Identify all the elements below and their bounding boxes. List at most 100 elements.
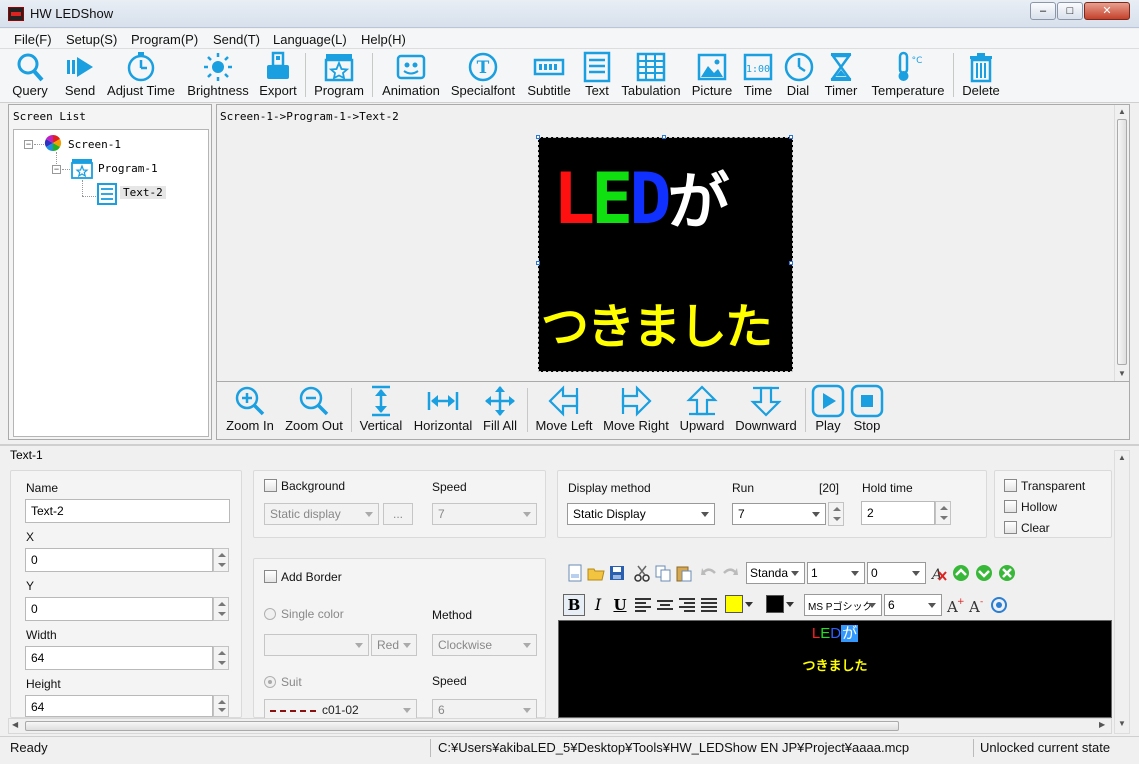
adjust-time-button[interactable]: Adjust Time [104, 51, 178, 101]
background-select[interactable]: Static display [264, 503, 379, 525]
move-up-circle-icon[interactable] [952, 564, 970, 582]
menu-program[interactable]: Program(P) [131, 32, 198, 47]
tree-item-program-1[interactable]: Program-1 [98, 162, 158, 175]
minimize-button[interactable]: – [1030, 2, 1056, 20]
move-down-circle-icon[interactable] [975, 564, 993, 582]
suit-radio[interactable] [264, 676, 276, 688]
query-button[interactable]: Query [10, 51, 50, 101]
text-color-dropdown-icon[interactable] [745, 602, 753, 607]
display-method-select[interactable]: Static Display [567, 503, 715, 525]
run-select[interactable]: 7 [732, 503, 826, 525]
preview-circle-icon[interactable] [990, 596, 1008, 614]
close-button[interactable]: ✕ [1084, 2, 1130, 20]
cut-icon[interactable] [633, 564, 651, 582]
scroll-up-icon[interactable]: ▲ [1118, 453, 1126, 462]
move-right-button[interactable]: Move Right [601, 384, 671, 438]
x-stepper[interactable] [213, 548, 229, 572]
maximize-button[interactable]: □ [1057, 2, 1083, 20]
tree-expander[interactable]: − [52, 165, 61, 174]
time-button[interactable]: 1:00 Time [740, 51, 776, 101]
save-icon[interactable] [608, 564, 626, 582]
horizontal-button[interactable]: Horizontal [411, 384, 475, 438]
hollow-checkbox[interactable] [1004, 500, 1017, 513]
transparent-checkbox[interactable] [1004, 479, 1017, 492]
scroll-down-icon[interactable]: ▼ [1118, 369, 1127, 378]
font-size-select[interactable]: 6 [884, 594, 942, 616]
timer-button[interactable]: Timer [820, 51, 862, 101]
copy-icon[interactable] [654, 564, 672, 582]
y-input[interactable]: 0 [25, 597, 213, 621]
x-input[interactable]: 0 [25, 548, 213, 572]
width-stepper[interactable] [213, 646, 229, 670]
bold-button[interactable]: B [563, 594, 585, 616]
menu-setup[interactable]: Setup(S) [66, 32, 117, 47]
horizontal-scrollbar[interactable]: ◀ ▶ [8, 718, 1112, 734]
font-name-select[interactable]: MS Pゴシック [804, 594, 882, 616]
add-border-checkbox[interactable] [264, 570, 277, 583]
font-shrink-icon[interactable]: A- [968, 596, 986, 614]
background-color-dropdown-icon[interactable] [786, 602, 794, 607]
play-button[interactable]: Play [811, 384, 845, 438]
font-style-select[interactable]: Standa [746, 562, 805, 584]
tree-expander[interactable]: − [24, 140, 33, 149]
led-screen-preview[interactable]: LEDが つきました [538, 137, 793, 372]
align-justify-icon[interactable] [700, 596, 718, 614]
temperature-button[interactable]: °C Temperature [868, 51, 948, 101]
background-checkbox[interactable] [264, 479, 277, 492]
animation-button[interactable]: Animation [379, 51, 443, 101]
resize-handle[interactable] [789, 135, 793, 139]
paste-icon[interactable] [675, 564, 693, 582]
align-right-icon[interactable] [678, 596, 696, 614]
vertical-button[interactable]: Vertical [357, 384, 405, 438]
background-browse-button[interactable]: ... [383, 503, 413, 525]
hold-time-stepper[interactable] [935, 501, 951, 525]
underline-button[interactable]: U [610, 594, 630, 616]
hold-time-input[interactable]: 2 [861, 501, 935, 525]
scroll-thumb[interactable] [25, 721, 899, 731]
menu-send[interactable]: Send(T) [213, 32, 260, 47]
upward-button[interactable]: Upward [677, 384, 727, 438]
redo-icon[interactable] [721, 564, 739, 582]
fill-all-button[interactable]: Fill All [479, 384, 521, 438]
dial-button[interactable]: Dial [782, 51, 814, 101]
zoom-in-button[interactable]: Zoom In [221, 384, 279, 438]
menu-help[interactable]: Help(H) [361, 32, 406, 47]
resize-handle[interactable] [536, 261, 540, 265]
name-input[interactable]: Text-2 [25, 499, 230, 523]
background-color-swatch[interactable] [766, 595, 784, 613]
properties-scrollbar[interactable]: ▲ ▼ [1114, 450, 1130, 734]
background-speed-select[interactable]: 7 [432, 503, 537, 525]
single-color-radio[interactable] [264, 608, 276, 620]
brightness-button[interactable]: Brightness [186, 51, 250, 101]
tree-item-text-2[interactable]: Text-2 [120, 186, 166, 199]
preview-scrollbar[interactable]: ▲ ▼ [1114, 105, 1129, 381]
subtitle-button[interactable]: Subtitle [524, 51, 574, 101]
stop-button[interactable]: Stop [849, 384, 885, 438]
char-spacing-select[interactable]: 0 [867, 562, 926, 584]
scroll-down-icon[interactable]: ▼ [1118, 719, 1126, 728]
move-left-button[interactable]: Move Left [533, 384, 595, 438]
delete-button[interactable]: Delete [960, 51, 1002, 101]
menu-file[interactable]: File(F) [14, 32, 52, 47]
run-stepper[interactable] [828, 502, 844, 526]
align-center-icon[interactable] [656, 596, 674, 614]
new-file-icon[interactable] [566, 564, 584, 582]
program-button[interactable]: Program [312, 51, 366, 101]
zoom-out-button[interactable]: Zoom Out [283, 384, 345, 438]
text-editor[interactable]: LEDが つきました [558, 620, 1112, 718]
picture-button[interactable]: Picture [690, 51, 734, 101]
width-input[interactable]: 64 [25, 646, 213, 670]
font-grow-icon[interactable]: A + [946, 596, 964, 614]
border-color-select[interactable]: Red [371, 634, 417, 656]
line-spacing-select[interactable]: 1 [807, 562, 865, 584]
undo-icon[interactable] [700, 564, 718, 582]
single-color-select[interactable] [264, 634, 369, 656]
height-input[interactable]: 64 [25, 695, 213, 717]
clear-format-icon[interactable]: A [930, 564, 948, 582]
text-button[interactable]: Text [580, 51, 614, 101]
height-stepper[interactable] [213, 695, 229, 717]
align-left-icon[interactable] [634, 596, 652, 614]
resize-handle[interactable] [789, 261, 793, 265]
text-color-swatch[interactable] [725, 595, 743, 613]
method-select[interactable]: Clockwise [432, 634, 537, 656]
